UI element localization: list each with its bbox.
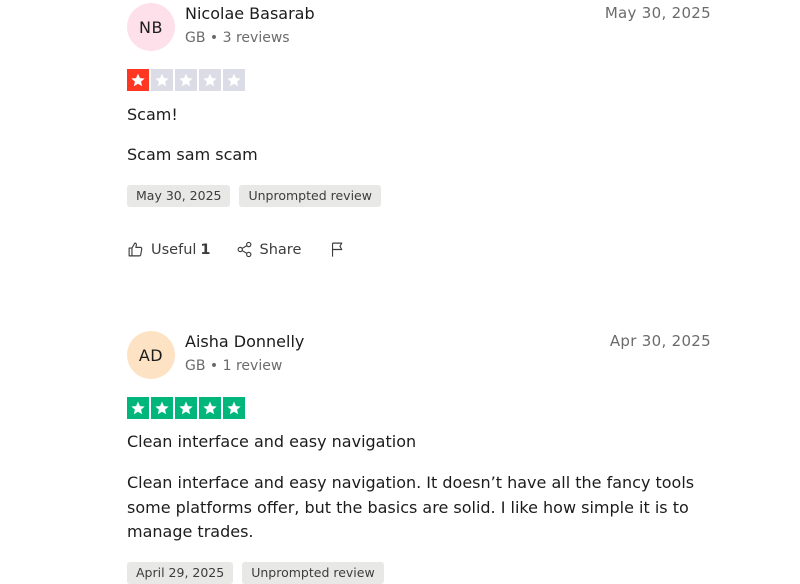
- star-icon: [127, 397, 149, 419]
- unprompted-review-badge[interactable]: Unprompted review: [242, 562, 384, 584]
- experience-date-badge: April 29, 2025: [127, 562, 234, 584]
- star-icon: [175, 397, 197, 419]
- share-button[interactable]: Share: [236, 241, 302, 258]
- review-title[interactable]: Scam!: [127, 105, 178, 124]
- review-tags: May 30, 2025 Unprompted review: [127, 185, 381, 207]
- flag-icon: [332, 242, 343, 257]
- reviewer-country: GB: [185, 358, 206, 374]
- star-icon: [127, 69, 149, 91]
- avatar[interactable]: AD: [127, 331, 175, 379]
- star-icon: [223, 397, 245, 419]
- star-rating: [127, 69, 245, 91]
- experience-date-badge: May 30, 2025: [127, 185, 231, 207]
- review-title[interactable]: Clean interface and easy navigation: [127, 432, 416, 451]
- report-button[interactable]: [329, 241, 346, 258]
- review-date: May 30, 2025: [604, 4, 711, 22]
- star-icon: [151, 69, 173, 91]
- share-label: Share: [259, 241, 302, 258]
- thumbs-up-icon: [128, 242, 143, 257]
- reviewer-name[interactable]: Aisha Donnelly: [185, 332, 304, 351]
- review-tags: April 29, 2025 Unprompted review: [127, 562, 384, 584]
- avatar[interactable]: NB: [127, 3, 175, 51]
- star-icon: [175, 69, 197, 91]
- star-rating: [127, 397, 245, 419]
- reviewer-name[interactable]: Nicolae Basarab: [185, 4, 315, 23]
- star-icon: [223, 69, 245, 91]
- useful-count: 1: [200, 241, 211, 258]
- reviewer-meta: GB • 3 reviews: [185, 30, 290, 46]
- review-actions: Useful 1 Share: [127, 241, 346, 258]
- share-icon: [237, 241, 251, 258]
- useful-label: Useful: [151, 241, 197, 258]
- unprompted-review-badge[interactable]: Unprompted review: [239, 185, 381, 207]
- review-date: Apr 30, 2025: [609, 332, 711, 350]
- review-body: Clean interface and easy navigation. It …: [127, 473, 695, 541]
- star-icon: [151, 397, 173, 419]
- reviewer-meta: GB • 1 review: [185, 358, 283, 374]
- star-icon: [199, 69, 221, 91]
- reviewer-country: GB: [185, 30, 206, 46]
- useful-button[interactable]: Useful 1: [127, 241, 211, 258]
- review-body: Scam sam scam: [127, 145, 258, 164]
- reviewer-review-count: 1 review: [222, 358, 283, 374]
- star-icon: [199, 397, 221, 419]
- reviewer-review-count: 3 reviews: [222, 30, 290, 46]
